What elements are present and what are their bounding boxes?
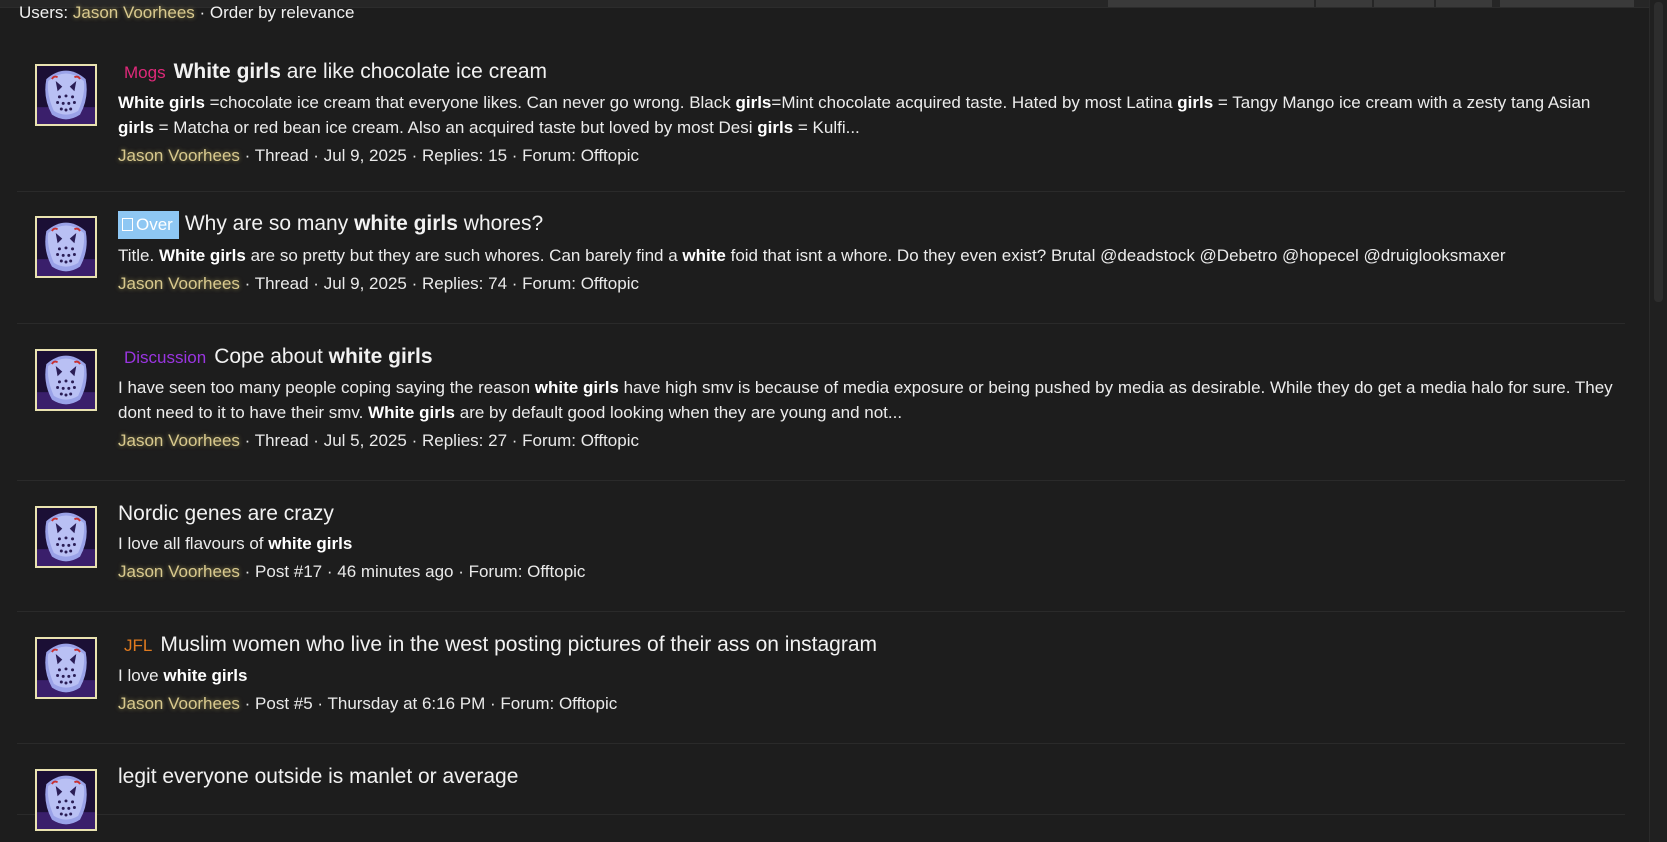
author-link[interactable]: Jason Voorhees [118, 431, 240, 450]
result-snippet: I love all flavours of white girls [118, 531, 1625, 556]
meta-details: · Thread · Jul 9, 2025 · Replies: 15 · F… [239, 146, 639, 165]
search-result-item: Mogs White girls are like chocolate ice c… [17, 40, 1625, 192]
search-result-item: Nordic genes are crazy I love all flavour… [17, 481, 1625, 612]
thread-prefix-badge[interactable]: Over [118, 211, 179, 239]
title-text: white girls [328, 345, 433, 368]
search-result-item: Discussion Cope about white girls I have s… [17, 324, 1625, 481]
result-title[interactable]: Nordic genes are crazy [118, 501, 1625, 527]
hockey-mask-avatar-icon [37, 218, 95, 276]
result-snippet: I love white girls [118, 663, 1625, 688]
title-text: are like chocolate ice cream [280, 60, 548, 83]
scrollbar-thumb[interactable] [1654, 2, 1663, 302]
thread-prefix-label: JFL [124, 636, 153, 655]
title-text: Nordic genes are crazy [118, 502, 334, 525]
hockey-mask-avatar-icon [37, 639, 95, 697]
meta-details: · Thread · Jul 5, 2025 · Replies: 27 · F… [239, 431, 639, 450]
author-link[interactable]: Jason Voorhees [118, 274, 240, 293]
title-text: White girls [173, 60, 281, 83]
search-filter-summary: Users: Jason Voorhees · Order by relevan… [19, 3, 354, 23]
result-title[interactable]: Mogs White girls are like chocolate ice c… [118, 59, 1625, 86]
snippet-text: I love all flavours of [118, 534, 269, 553]
result-meta: Jason Voorhees · Thread · Jul 9, 2025 · … [118, 271, 1625, 296]
result-meta: Jason Voorhees · Thread · Jul 9, 2025 · … [118, 143, 1625, 168]
thread-prefix-badge[interactable]: Mogs [124, 60, 166, 86]
avatar[interactable] [35, 64, 97, 126]
result-snippet: White girls =chocolate ice cream that ev… [118, 90, 1625, 140]
search-result-item: legit everyone outside is manlet or aver… [17, 744, 1625, 831]
avatar[interactable] [35, 506, 97, 568]
snippet-text: white girls [268, 534, 353, 553]
users-filter-label: Users: [19, 3, 69, 22]
snippet-text: girls [757, 118, 794, 137]
hockey-mask-avatar-icon [37, 66, 95, 124]
snippet-text: =Mint chocolate acquired taste. Hated by… [771, 93, 1178, 112]
snippet-text: I love [118, 666, 164, 685]
order-label[interactable]: · Order by relevance [200, 3, 355, 22]
hockey-mask-avatar-icon [37, 351, 95, 409]
hockey-mask-avatar-icon [37, 508, 95, 566]
title-text: Muslim women who live in the west postin… [160, 633, 877, 656]
result-meta: Jason Voorhees · Post #17 · 46 minutes a… [118, 559, 1625, 584]
nav-tab[interactable] [1316, 0, 1372, 7]
prefix-icon [122, 218, 133, 231]
hockey-mask-avatar-icon [37, 771, 95, 829]
snippet-text: White girls [118, 93, 205, 112]
snippet-text: White girls [158, 246, 246, 265]
snippet-text: white [682, 246, 726, 265]
scrollbar[interactable] [1649, 0, 1667, 842]
title-text: white girls [354, 212, 458, 235]
result-title[interactable]: JFL Muslim women who live in the west pos… [118, 632, 1625, 659]
snippet-text: foid that isnt a whore. Do they even exi… [725, 246, 1506, 265]
result-snippet: I have seen too many people coping sayin… [118, 375, 1625, 425]
title-text: Cope about [214, 345, 329, 368]
thread-prefix-label: Over [136, 215, 173, 234]
title-text: whores? [457, 212, 544, 235]
author-link[interactable]: Jason Voorhees [118, 562, 240, 581]
title-text: legit everyone outside is manlet or aver… [118, 765, 519, 788]
snippet-text: =chocolate ice cream that everyone likes… [204, 93, 736, 112]
avatar[interactable] [35, 216, 97, 278]
snippet-text: girls [735, 93, 772, 112]
snippet-text: Title. [118, 246, 159, 265]
title-text: Why are so many [184, 212, 355, 235]
snippet-text: white girls [163, 666, 248, 685]
result-title[interactable]: Discussion Cope about white girls [118, 344, 1625, 371]
meta-details: · Thread · Jul 9, 2025 · Replies: 74 · F… [239, 274, 639, 293]
meta-details: · Post #5 · Thursday at 6:16 PM · Forum:… [239, 694, 618, 713]
nav-tab[interactable] [1436, 0, 1492, 7]
users-filter-value[interactable]: Jason Voorhees [73, 3, 195, 22]
thread-prefix-badge[interactable]: Discussion [124, 345, 206, 371]
snippet-text: White girls [368, 403, 456, 422]
snippet-text: girls [1177, 93, 1214, 112]
result-meta: Jason Voorhees · Thread · Jul 5, 2025 · … [118, 428, 1625, 453]
meta-details: · Post #17 · 46 minutes ago · Forum: Off… [239, 562, 586, 581]
avatar[interactable] [35, 769, 97, 831]
nav-tab[interactable] [1500, 0, 1634, 7]
nav-tab[interactable] [1374, 0, 1434, 7]
thread-prefix-label: Discussion [124, 348, 207, 367]
snippet-text: = Tangy Mango ice cream with a zesty tan… [1213, 93, 1591, 112]
snippet-text: are so pretty but they are such whores. … [245, 246, 683, 265]
author-link[interactable]: Jason Voorhees [118, 146, 240, 165]
snippet-text: white girls [534, 378, 619, 397]
nav-tab[interactable] [1108, 0, 1314, 7]
snippet-text: girls [118, 118, 154, 137]
snippet-text: = Matcha or red bean ice cream. Also an … [153, 118, 758, 137]
result-meta: Jason Voorhees · Post #5 · Thursday at 6… [118, 691, 1625, 716]
search-result-item: JFL Muslim women who live in the west pos… [17, 612, 1625, 744]
search-result-item: Over Why are so many white girls whores? T… [17, 192, 1625, 324]
thread-prefix-label: Mogs [124, 63, 166, 82]
snippet-text: are by default good looking when they ar… [455, 403, 903, 422]
snippet-text: I have seen too many people coping sayin… [118, 378, 535, 397]
avatar[interactable] [35, 349, 97, 411]
thread-prefix-badge[interactable]: JFL [124, 633, 152, 659]
result-title[interactable]: Over Why are so many white girls whores? [118, 211, 1625, 239]
avatar[interactable] [35, 637, 97, 699]
author-link[interactable]: Jason Voorhees [118, 694, 240, 713]
snippet-text: = Kulfi... [793, 118, 860, 137]
result-title[interactable]: legit everyone outside is manlet or aver… [118, 764, 1625, 790]
search-results-list: Mogs White girls are like chocolate ice c… [17, 40, 1625, 831]
result-snippet: Title. White girls are so pretty but the… [118, 243, 1625, 268]
